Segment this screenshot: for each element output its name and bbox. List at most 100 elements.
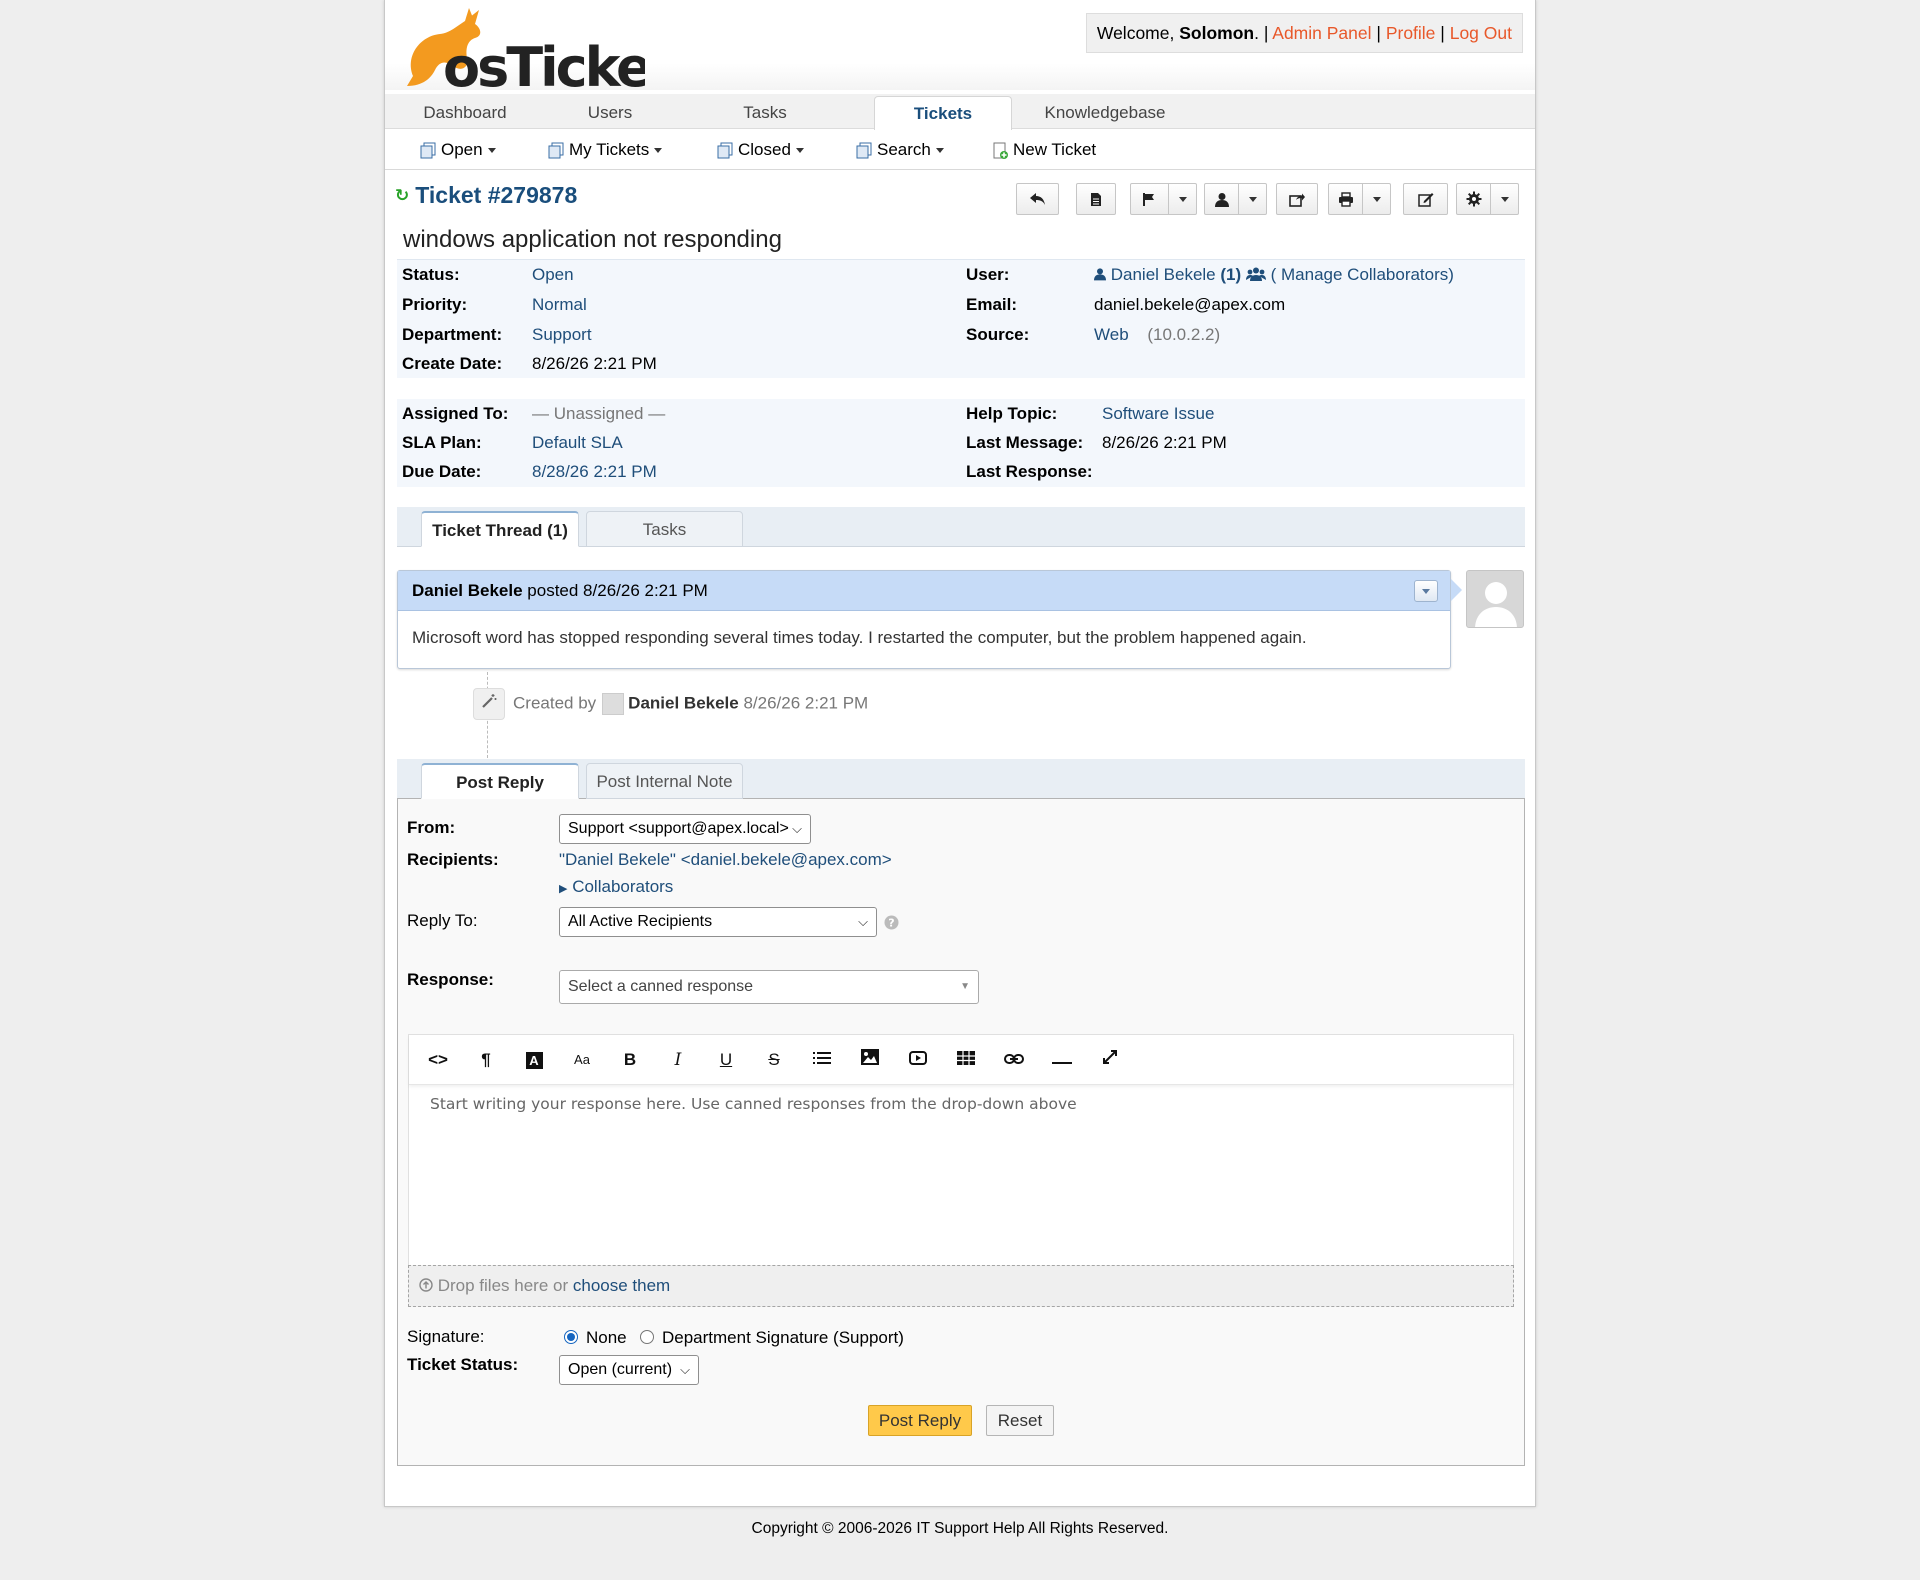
user-link[interactable]: Daniel Bekele: [1111, 265, 1216, 284]
ticket-title[interactable]: ↻ Ticket #279878: [395, 182, 577, 209]
due-date-value[interactable]: 8/28/26 2:21 PM: [532, 462, 657, 482]
help-topic-value[interactable]: Software Issue: [1102, 404, 1214, 424]
signature-none-label: None: [586, 1328, 627, 1347]
entry-body: Microsoft word has stopped responding se…: [412, 628, 1307, 647]
signature-dept-label: Department Signature (Support): [662, 1328, 904, 1347]
logout-link[interactable]: Log Out: [1450, 23, 1512, 43]
choose-files-link[interactable]: choose them: [573, 1276, 670, 1295]
tickets-icon: [856, 142, 872, 159]
create-date-value: 8/26/26 2:21 PM: [532, 354, 657, 373]
assign-button[interactable]: [1204, 183, 1267, 215]
recipients-value[interactable]: "Daniel Bekele" <daniel.bekele@apex.com>: [559, 850, 892, 870]
osticket-logo[interactable]: osTicket: [395, 6, 645, 88]
reply-button[interactable]: [1016, 183, 1059, 215]
chevron-down-icon: [1491, 184, 1518, 214]
my-tickets-menu[interactable]: My Tickets: [547, 130, 663, 170]
last-message-value: 8/26/26 2:21 PM: [1102, 433, 1227, 452]
search-menu[interactable]: Search: [855, 130, 944, 170]
recipients-label: Recipients:: [407, 850, 499, 869]
print-button[interactable]: [1328, 183, 1391, 215]
video-icon[interactable]: [903, 1047, 933, 1073]
fullscreen-icon[interactable]: [1095, 1047, 1125, 1073]
horizontal-rule-icon[interactable]: [1047, 1047, 1077, 1073]
tab-tasks[interactable]: Tasks: [715, 94, 815, 129]
from-select[interactable]: Support <support@apex.local> ⌵: [559, 814, 811, 844]
transfer-button[interactable]: [1276, 183, 1318, 215]
admin-panel-link[interactable]: Admin Panel: [1272, 23, 1371, 43]
tab-internal-note[interactable]: Post Internal Note: [586, 763, 743, 799]
html-code-icon[interactable]: <>: [423, 1047, 453, 1073]
tab-ticket-thread[interactable]: Ticket Thread (1): [421, 511, 579, 547]
profile-link[interactable]: Profile: [1386, 23, 1436, 43]
last-response-label: Last Response:: [966, 462, 1093, 481]
user-value: Daniel Bekele (1) ( Manage Collaborators…: [1094, 265, 1454, 285]
collaborators-toggle[interactable]: ▶ Collaborators: [559, 877, 673, 897]
search-label: Search: [877, 140, 931, 159]
entry-options-button[interactable]: [1414, 580, 1438, 602]
new-ticket-link[interactable]: New Ticket: [991, 130, 1096, 170]
document-icon: [1077, 184, 1115, 214]
font-color-icon[interactable]: A: [519, 1047, 549, 1073]
upload-icon: [419, 1278, 433, 1292]
signature-none-option[interactable]: None: [564, 1328, 627, 1348]
source-link[interactable]: Web: [1094, 325, 1129, 344]
help-icon[interactable]: ?: [884, 915, 899, 930]
reply-icon: [1017, 184, 1058, 214]
edit-button[interactable]: [1403, 183, 1448, 215]
paragraph-icon[interactable]: ¶: [471, 1047, 501, 1073]
flag-button[interactable]: [1130, 183, 1197, 215]
sub-nav: Open My Tickets Closed Search New Ticket: [385, 130, 1535, 170]
tab-users[interactable]: Users: [560, 94, 660, 129]
tab-post-reply[interactable]: Post Reply: [421, 763, 579, 799]
tab-tasks[interactable]: Tasks: [586, 511, 743, 547]
canned-response-select[interactable]: Select a canned response ▼: [559, 970, 979, 1004]
sla-value[interactable]: Default SLA: [532, 433, 623, 453]
image-icon[interactable]: [855, 1047, 885, 1073]
share-icon: [1277, 184, 1317, 214]
manage-collaborators-link[interactable]: ( Manage Collaborators): [1271, 265, 1454, 284]
underline-icon[interactable]: U: [711, 1047, 741, 1073]
ticket-status-select[interactable]: Open (current) ⌵: [559, 1355, 699, 1385]
help-topic-label: Help Topic:: [966, 404, 1058, 423]
editor-toolbar: <> ¶ A Aa B I U S: [409, 1035, 1513, 1085]
reply-tabs: Post Reply Post Internal Note: [397, 759, 1525, 799]
reply-form: From: Support <support@apex.local> ⌵ Reci…: [397, 799, 1525, 1466]
ticket-info-primary: Status: Open Priority: Normal Department…: [397, 260, 1525, 378]
user-icon: [1205, 184, 1238, 214]
italic-icon[interactable]: I: [663, 1047, 693, 1073]
radio-selected[interactable]: [564, 1330, 578, 1344]
reply-to-select[interactable]: All Active Recipients ⌵: [559, 907, 877, 937]
signature-dept-option[interactable]: Department Signature (Support): [640, 1328, 904, 1348]
sla-label: SLA Plan:: [402, 433, 482, 452]
assigned-label: Assigned To:: [402, 404, 509, 423]
editor-placeholder[interactable]: Start writing your response here. Use ca…: [430, 1095, 1077, 1113]
from-label: From:: [407, 818, 456, 837]
priority-value[interactable]: Normal: [532, 295, 587, 315]
ticket-status-label: Ticket Status:: [407, 1355, 519, 1374]
closed-tickets-menu[interactable]: Closed: [716, 130, 804, 170]
thread-entry-header: Daniel Bekele posted 8/26/26 2:21 PM: [398, 571, 1462, 611]
pdf-button[interactable]: [1076, 183, 1116, 215]
open-tickets-menu[interactable]: Open: [419, 130, 496, 170]
tab-tickets[interactable]: Tickets: [874, 96, 1012, 131]
link-icon[interactable]: [999, 1047, 1029, 1073]
strikethrough-icon[interactable]: S: [759, 1047, 789, 1073]
more-actions-button[interactable]: [1456, 183, 1519, 215]
new-ticket-label: New Ticket: [1013, 140, 1097, 159]
list-icon[interactable]: [807, 1047, 837, 1073]
department-value[interactable]: Support: [532, 325, 592, 345]
assigned-value[interactable]: — Unassigned —: [532, 404, 665, 424]
radio-unselected[interactable]: [640, 1330, 654, 1344]
thread-event: Created by Daniel Bekele 8/26/26 2:21 PM: [473, 688, 868, 720]
source-value: Web (10.0.2.2): [1094, 325, 1220, 345]
refresh-icon[interactable]: ↻: [395, 186, 409, 205]
bold-icon[interactable]: B: [615, 1047, 645, 1073]
table-icon[interactable]: [951, 1047, 981, 1073]
tab-knowledgebase[interactable]: Knowledgebase: [1025, 94, 1185, 129]
reset-button[interactable]: Reset: [986, 1405, 1054, 1436]
file-dropzone[interactable]: Drop files here or choose them: [408, 1265, 1514, 1307]
font-size-icon[interactable]: Aa: [567, 1047, 597, 1073]
status-value[interactable]: Open: [532, 265, 574, 285]
tab-dashboard[interactable]: Dashboard: [405, 94, 525, 129]
post-reply-button[interactable]: Post Reply: [868, 1405, 972, 1436]
